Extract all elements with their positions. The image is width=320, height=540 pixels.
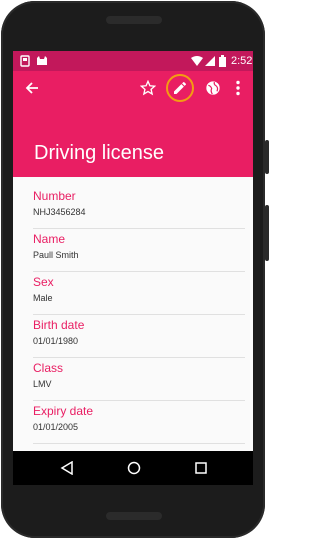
recents-square-icon[interactable] xyxy=(195,462,207,474)
volume-button xyxy=(265,205,269,261)
more-icon[interactable] xyxy=(235,80,241,96)
field-row-number: Number NHJ3456284 xyxy=(33,185,245,229)
star-icon[interactable] xyxy=(140,80,156,96)
field-label: Expiry date xyxy=(33,404,94,418)
field-value: NHJ3456284 xyxy=(33,207,86,217)
field-label: Name xyxy=(33,232,66,246)
battery-icon xyxy=(219,55,226,67)
field-row-sex: Sex Male xyxy=(33,271,245,315)
wifi-icon xyxy=(191,56,203,66)
field-value: Paull Smith xyxy=(33,250,79,260)
back-icon[interactable] xyxy=(24,80,40,96)
field-row-name: Name Paull Smith xyxy=(33,228,245,272)
field-value: LMV xyxy=(33,379,52,389)
field-label: Class xyxy=(33,361,64,375)
bottom-speaker xyxy=(106,512,162,520)
field-value: 01/01/2005 xyxy=(33,422,79,432)
power-button xyxy=(265,140,269,174)
screen: 2:52 Driving license Number NHJ3456284 N… xyxy=(13,51,253,485)
globe-icon[interactable] xyxy=(205,80,221,96)
status-bar: 2:52 xyxy=(13,51,253,71)
sim-icon xyxy=(20,55,30,67)
field-row-birth-date: Birth date 01/01/1980 xyxy=(33,314,245,358)
field-value: Male xyxy=(33,293,53,303)
field-label: Sex xyxy=(33,275,54,289)
status-time: 2:52 xyxy=(231,55,253,67)
field-label: Number xyxy=(33,189,76,203)
edit-highlight-ring xyxy=(166,74,194,102)
page-title: Driving license xyxy=(34,142,165,164)
field-row-class: Class LMV xyxy=(33,357,245,401)
cat-icon xyxy=(37,56,47,65)
home-circle-icon[interactable] xyxy=(127,461,141,475)
signal-icon xyxy=(205,56,215,66)
back-triangle-icon[interactable] xyxy=(60,461,74,475)
field-value: 01/01/1980 xyxy=(33,336,79,346)
navigation-bar xyxy=(13,451,253,485)
field-label: Birth date xyxy=(33,318,85,332)
top-speaker xyxy=(106,16,162,24)
field-row-expiry-date: Expiry date 01/01/2005 xyxy=(33,400,245,444)
